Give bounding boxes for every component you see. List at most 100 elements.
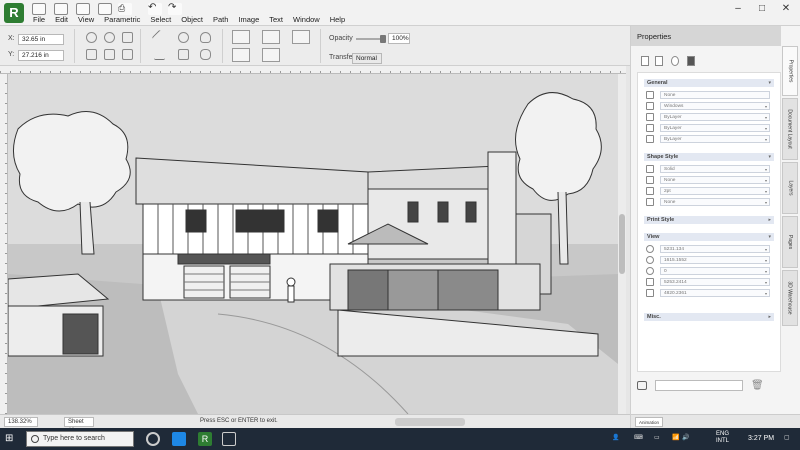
pattern-tool-icon[interactable] — [292, 30, 310, 44]
move-icon[interactable] — [86, 32, 97, 43]
line-style-icon[interactable] — [262, 30, 280, 44]
opacity-field[interactable]: 100% — [388, 33, 410, 44]
menu-text[interactable]: Text — [264, 15, 288, 24]
tab-layers[interactable]: Layers — [782, 162, 798, 214]
line-tool-icon[interactable] — [151, 29, 168, 46]
property-field[interactable]: ByLayer ▾ — [660, 113, 770, 121]
menu-object[interactable]: Object — [176, 15, 208, 24]
binoculars-icon[interactable] — [637, 381, 647, 390]
zoom-field[interactable]: 138.32% — [4, 417, 38, 427]
property-field[interactable]: 1615.1552 ▾ — [660, 256, 770, 264]
drawing-canvas[interactable] — [8, 74, 618, 414]
properties-filter-input[interactable] — [655, 380, 743, 391]
opacity-slider-handle[interactable] — [380, 35, 386, 43]
fill-tool-icon[interactable] — [232, 30, 250, 44]
keyboard-icon[interactable]: ⌨ — [634, 434, 643, 441]
new-file-icon[interactable] — [32, 3, 46, 15]
open-folder-icon[interactable] — [54, 3, 68, 15]
rectangle-tool-icon[interactable] — [178, 49, 189, 60]
minimize-button[interactable]: – — [728, 2, 748, 16]
menu-window[interactable]: Window — [288, 15, 325, 24]
clock[interactable]: 3:27 PM — [748, 435, 774, 442]
export-icon[interactable]: ⎙ — [118, 3, 132, 15]
close-button[interactable]: ✕ — [776, 2, 796, 16]
menu-image[interactable]: Image — [233, 15, 264, 24]
property-field[interactable]: None — [660, 91, 770, 99]
y-coordinate-field[interactable]: 27.216 in — [18, 50, 64, 61]
property-field[interactable]: ByLayer ▾ — [660, 124, 770, 132]
menu-path[interactable]: Path — [208, 15, 233, 24]
property-field[interactable]: 4820.2361 ▾ — [660, 289, 770, 297]
grid-icon[interactable] — [122, 49, 133, 60]
status-bar: 138.32% Sheet #1 Press ESC or ENTER to e… — [0, 414, 630, 434]
tab-document-layout[interactable]: Document Layout — [782, 98, 798, 160]
print-icon[interactable] — [98, 3, 112, 15]
notification-icon[interactable]: ▢ — [784, 434, 790, 441]
section-print-style[interactable]: Print Style ▸ — [644, 216, 774, 224]
mail-icon[interactable] — [172, 432, 186, 446]
vertical-scrollbar-thumb[interactable] — [619, 214, 625, 274]
windows-start-icon[interactable]: ⊞ — [5, 433, 17, 445]
property-field[interactable]: 2pt ▾ — [660, 187, 770, 195]
property-field[interactable]: Windows ▾ — [660, 102, 770, 110]
freeform-tool-icon[interactable] — [200, 49, 211, 60]
menu-edit[interactable]: Edit — [50, 15, 73, 24]
display-icon[interactable]: ▭ — [654, 434, 660, 441]
language-indicator[interactable]: ENG INTL — [716, 431, 729, 445]
maximize-button[interactable]: □ — [752, 2, 772, 16]
wifi-icon[interactable]: 📶 — [672, 434, 679, 441]
rotation-icon — [646, 267, 654, 275]
shape-tool-icon[interactable] — [200, 32, 211, 43]
menu-view[interactable]: View — [73, 15, 99, 24]
tab-properties[interactable]: Properties — [782, 46, 798, 96]
save-icon[interactable] — [76, 3, 90, 15]
mirror-icon[interactable] — [86, 49, 97, 60]
tab-label: Document Layout — [787, 109, 794, 149]
calendar-icon[interactable] — [222, 432, 236, 446]
dimension-tool-icon[interactable] — [232, 48, 250, 62]
animation-select[interactable]: Animation — [635, 417, 663, 427]
section-view[interactable]: View ▾ — [644, 233, 774, 241]
app-taskbar-icon[interactable]: R — [198, 432, 212, 446]
redo-icon[interactable]: ↷ — [168, 3, 182, 15]
array-icon[interactable] — [104, 49, 115, 60]
section-general[interactable]: General ▾ — [644, 79, 774, 87]
x-coordinate-field[interactable]: 32.65 in — [18, 34, 64, 45]
horizontal-scrollbar[interactable] — [395, 418, 465, 426]
section-misc[interactable]: Misc. ▸ — [644, 313, 774, 321]
volume-icon[interactable]: 🔊 — [682, 434, 689, 441]
property-field[interactable]: 5253.2414 ▾ — [660, 278, 770, 286]
tab-3d-warehouse[interactable]: 3D Warehouse — [782, 270, 798, 326]
undo-icon[interactable]: ↶ — [148, 3, 162, 15]
menu-select[interactable]: Select — [145, 15, 176, 24]
eye-icon[interactable] — [671, 56, 679, 66]
menu-parametric[interactable]: Parametric — [99, 15, 145, 24]
property-field[interactable]: None ▾ — [660, 176, 770, 184]
sheet-select[interactable]: Sheet #1 — [64, 417, 94, 434]
property-value: None — [664, 178, 676, 183]
circle-tool-icon[interactable] — [178, 32, 189, 43]
trash-icon[interactable]: 🗑 — [751, 380, 764, 391]
page-icon[interactable] — [641, 56, 649, 66]
menu-file[interactable]: File — [28, 15, 50, 24]
property-field[interactable]: ByLayer ▾ — [660, 135, 770, 143]
tab-pages[interactable]: Pages — [782, 216, 798, 268]
property-field[interactable]: None ▾ — [660, 198, 770, 206]
lock-icon[interactable] — [687, 56, 695, 66]
transfer-mode-select[interactable]: Normal — [352, 53, 382, 64]
scale-icon[interactable] — [122, 32, 133, 43]
vertical-scrollbar[interactable] — [618, 74, 626, 414]
copy-icon[interactable] — [655, 56, 663, 66]
section-shape-style[interactable]: Shape Style ▾ — [644, 153, 774, 161]
property-field[interactable]: 0 ▾ — [660, 267, 770, 275]
property-field[interactable]: 5231.134 ▾ — [660, 245, 770, 253]
edge-browser-icon[interactable] — [146, 432, 160, 446]
property-field[interactable]: Solid ▾ — [660, 165, 770, 173]
polyline-tool-icon[interactable] — [154, 49, 165, 60]
rotate-icon[interactable] — [104, 32, 115, 43]
taskbar-search-input[interactable]: Type here to search — [26, 431, 134, 447]
menu-help[interactable]: Help — [325, 15, 350, 24]
toolbar: X: 32.65 in Y: 27.216 in Opacity 100% Tr… — [0, 26, 630, 66]
person-icon[interactable]: 👤 — [612, 434, 619, 441]
arrange-tool-icon[interactable] — [262, 48, 280, 62]
